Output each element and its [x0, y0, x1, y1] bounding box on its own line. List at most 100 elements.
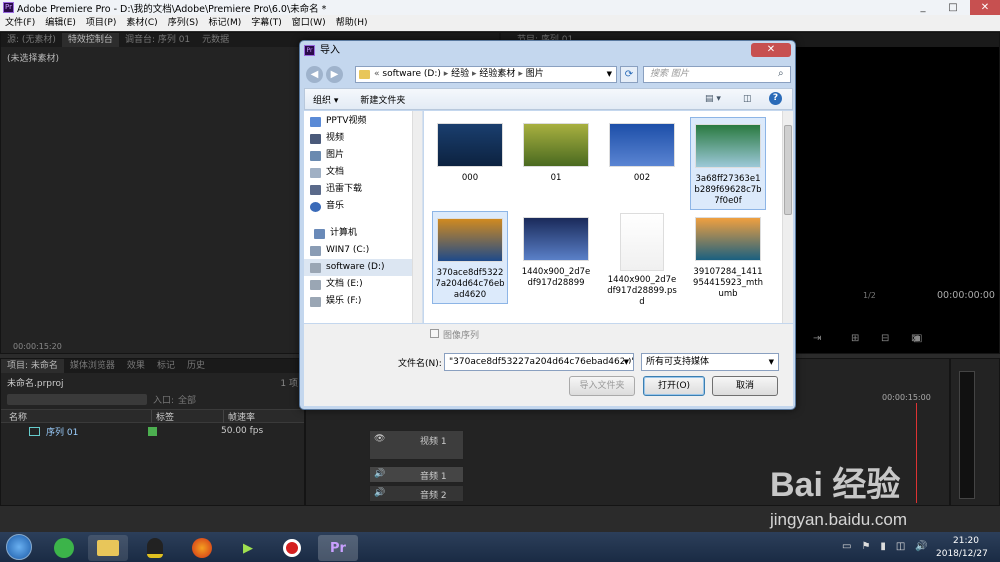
- nav-item-thunder[interactable]: 迅雷下载: [304, 181, 422, 198]
- search-input[interactable]: 搜索 图片: [643, 66, 791, 83]
- nav-item-drive-c[interactable]: WIN7 (C:): [304, 242, 422, 259]
- menu-sequence[interactable]: 序列(S): [163, 15, 204, 31]
- speaker-icon[interactable]: 🔊: [374, 488, 385, 498]
- tab-source[interactable]: 源: (无素材): [1, 33, 62, 47]
- clock-date[interactable]: 2018/12/27: [936, 549, 988, 559]
- premiere-taskbar-icon[interactable]: Pr: [318, 535, 358, 561]
- filetype-select[interactable]: 所有可支持媒体 ▼: [641, 353, 779, 371]
- tab-project[interactable]: 项目: 未命名: [1, 359, 64, 373]
- menu-help[interactable]: 帮助(H): [331, 15, 373, 31]
- help-icon[interactable]: ?: [769, 92, 782, 105]
- file-tile-000[interactable]: 000: [432, 117, 508, 186]
- new-folder-button[interactable]: 新建文件夹: [360, 93, 405, 106]
- tab-metadata[interactable]: 元数据: [196, 33, 235, 47]
- file-tile-39107284[interactable]: 39107284_1411954415923_mthumb: [690, 211, 766, 302]
- thumbnail-image: [695, 124, 761, 168]
- tab-effect-controls[interactable]: 特效控制台: [61, 33, 119, 47]
- media-player-icon[interactable]: ▶: [228, 535, 268, 561]
- filename-field[interactable]: "370ace8df53227a204d64c76ebad4620" ▼: [444, 353, 634, 371]
- breadcrumb-4[interactable]: 图片: [526, 69, 544, 79]
- organize-button[interactable]: 组织 ▾: [313, 93, 338, 106]
- nav-item-videos[interactable]: 视频: [304, 130, 422, 147]
- firefox-icon[interactable]: [182, 535, 222, 561]
- qq-icon[interactable]: [135, 535, 175, 561]
- file-grid: 000 01 002 3a68ff27363e1b289f69628c7b7f0…: [424, 111, 782, 323]
- column-name[interactable]: 名称: [1, 410, 151, 423]
- file-name: 39107284_1411954415923_mthumb: [693, 267, 763, 299]
- nav-item-drive-d[interactable]: software (D:): [304, 259, 422, 276]
- menu-marker[interactable]: 标记(M): [203, 15, 246, 31]
- track-audio-1[interactable]: 🔊 音频 1: [369, 466, 464, 483]
- camera-icon[interactable]: ▣: [913, 333, 922, 344]
- nav-item-documents[interactable]: 文档: [304, 164, 422, 181]
- menu-project[interactable]: 项目(P): [81, 15, 121, 31]
- start-button[interactable]: [6, 534, 32, 560]
- file-tile-01[interactable]: 01: [518, 117, 594, 186]
- in-value[interactable]: 全部: [178, 393, 196, 406]
- breadcrumb-3[interactable]: 经验素材: [479, 69, 515, 79]
- nav-item-music[interactable]: 音乐: [304, 198, 422, 215]
- minimize-button[interactable]: _: [908, 0, 938, 15]
- file-tile-370ace[interactable]: 370ace8df53227a204d64c76ebad4620: [432, 211, 508, 304]
- maximize-button[interactable]: □: [938, 0, 968, 15]
- open-button[interactable]: 打开(O): [643, 376, 705, 396]
- file-tile-3a68ff[interactable]: 3a68ff27363e1b289f69628c7b7f0e0f: [690, 117, 766, 210]
- tab-history[interactable]: 历史: [181, 359, 211, 373]
- file-tile-1440x900-psd[interactable]: 1440x900_2d7edf917d28899.psd: [604, 211, 680, 310]
- chevron-down-icon[interactable]: ▼: [769, 354, 774, 370]
- tab-audio-mixer[interactable]: 调音台: 序列 01: [119, 33, 196, 47]
- nav-item-computer[interactable]: 计算机: [304, 225, 422, 242]
- chevron-down-icon[interactable]: ▼: [607, 67, 612, 82]
- nav-scrollbar[interactable]: [412, 111, 422, 323]
- menu-file[interactable]: 文件(F): [0, 15, 40, 31]
- nav-item-drive-f[interactable]: 娱乐 (F:): [304, 293, 422, 310]
- refresh-button[interactable]: ⟳: [620, 66, 638, 83]
- eye-icon[interactable]: 👁: [374, 434, 385, 444]
- nav-item-drive-e[interactable]: 文档 (E:): [304, 276, 422, 293]
- image-sequence-checkbox[interactable]: [430, 329, 439, 338]
- explorer-icon[interactable]: [88, 535, 128, 561]
- menu-title[interactable]: 字幕(T): [246, 15, 287, 31]
- chevron-down-icon[interactable]: ▼: [623, 354, 629, 370]
- menu-edit[interactable]: 编辑(E): [40, 15, 81, 31]
- breadcrumb-2[interactable]: 经验: [451, 69, 469, 79]
- lift-icon[interactable]: ⊞: [851, 333, 859, 344]
- tab-effects[interactable]: 效果: [121, 359, 151, 373]
- cancel-button[interactable]: 取消: [712, 376, 778, 396]
- track-video-1[interactable]: 👁 视频 1: [369, 430, 464, 460]
- drive-f-icon: [310, 297, 321, 307]
- speaker-icon[interactable]: 🔊: [374, 469, 385, 479]
- address-bar[interactable]: « software (D:) ▸ 经验 ▸ 经验素材 ▸ 图片 ▼: [355, 66, 617, 83]
- project-search-input[interactable]: [7, 393, 147, 405]
- file-tile-002[interactable]: 002: [604, 117, 680, 186]
- nav-item-pptv[interactable]: PPTV视频: [304, 113, 422, 130]
- extract-icon[interactable]: ⊟: [881, 333, 889, 344]
- tab-media-browser[interactable]: 媒体浏览器: [64, 359, 121, 373]
- search-icon: ⌕: [778, 68, 784, 79]
- table-row[interactable]: 序列 01 50.00 fps: [1, 423, 304, 439]
- tab-markers[interactable]: 标记: [151, 359, 181, 373]
- step-icon[interactable]: ⇥: [813, 333, 821, 344]
- breadcrumb-1[interactable]: software (D:): [382, 69, 441, 79]
- nav-item-pictures[interactable]: 图片: [304, 147, 422, 164]
- forward-button[interactable]: ▶: [326, 66, 343, 83]
- file-tile-1440x900[interactable]: 1440x900_2d7edf917d28899: [518, 211, 594, 291]
- scrollbar-thumb[interactable]: [784, 125, 792, 215]
- dialog-close-button[interactable]: ✕: [751, 43, 791, 57]
- back-button[interactable]: ◀: [306, 66, 323, 83]
- view-menu-icon[interactable]: ▤ ▾: [705, 94, 721, 104]
- clock-time[interactable]: 21:20: [953, 536, 979, 546]
- column-label[interactable]: 标签: [151, 409, 223, 423]
- import-folder-button[interactable]: 导入文件夹: [569, 376, 635, 396]
- file-grid-scrollbar[interactable]: [782, 111, 793, 323]
- column-fps[interactable]: 帧速率: [223, 409, 299, 423]
- record-icon[interactable]: [272, 535, 312, 561]
- drive-d-icon: [310, 263, 321, 273]
- taskbar-app-green-icon[interactable]: [44, 535, 84, 561]
- menu-window[interactable]: 窗口(W): [287, 15, 331, 31]
- close-button[interactable]: ✕: [970, 0, 1000, 15]
- menu-clip[interactable]: 素材(C): [121, 15, 162, 31]
- preview-pane-icon[interactable]: ◫: [743, 94, 752, 104]
- document-library-icon: [310, 168, 321, 178]
- track-audio-2[interactable]: 🔊 音频 2: [369, 485, 464, 502]
